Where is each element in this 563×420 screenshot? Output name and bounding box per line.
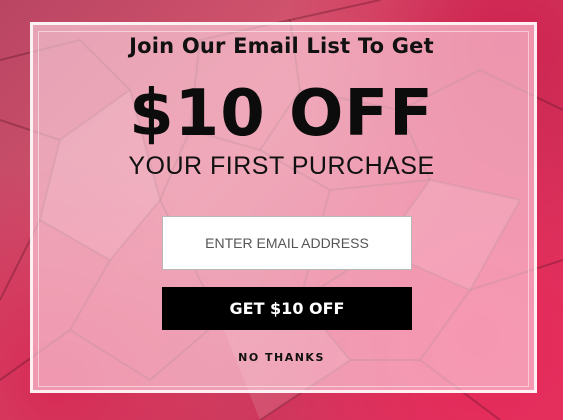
- offer-subline: YOUR FIRST PURCHASE: [128, 152, 435, 180]
- email-input[interactable]: [162, 216, 412, 270]
- popup-headline: Join Our Email List To Get: [129, 34, 434, 58]
- popup-content: Join Our Email List To Get $10 OFF YOUR …: [0, 0, 563, 420]
- email-signup-popup: Join Our Email List To Get $10 OFF YOUR …: [0, 0, 563, 420]
- offer-amount: $10 OFF: [129, 77, 434, 151]
- no-thanks-link[interactable]: NO THANKS: [0, 351, 563, 364]
- get-discount-button[interactable]: GET $10 OFF: [162, 287, 412, 330]
